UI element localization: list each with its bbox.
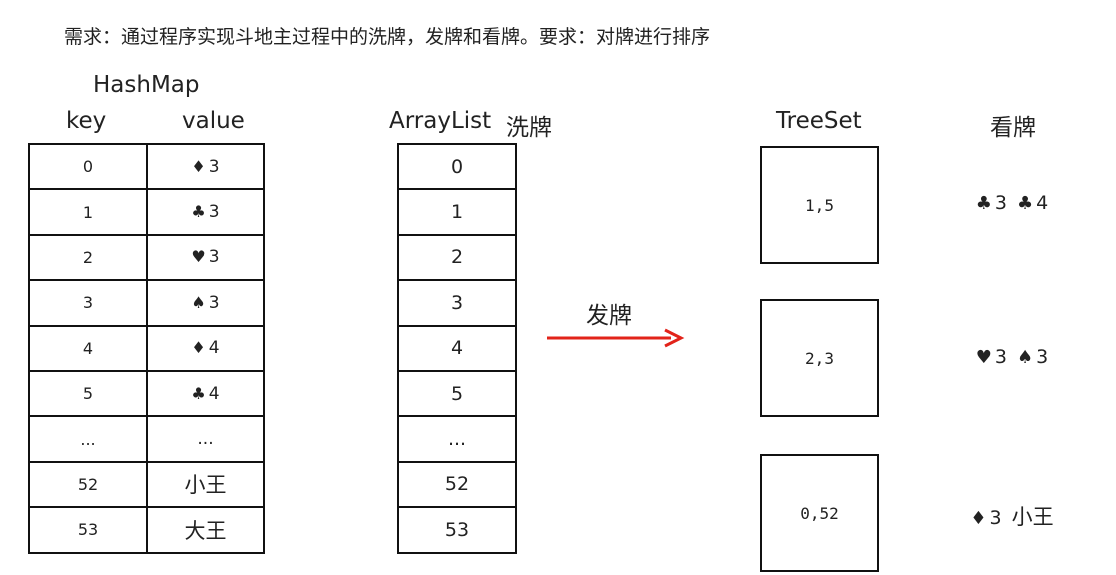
card-value: 3 [994, 192, 1007, 214]
card-suit-icon: ♦ [191, 156, 206, 176]
hand-card: ♥ 3 [976, 346, 1007, 368]
card-value: 3 [208, 202, 220, 223]
arraylist-index-cell: 5 [397, 369, 517, 418]
card-value: 4 [208, 338, 220, 359]
card-suit-icon: ♦ [970, 508, 987, 529]
arraylist-index-cell: 52 [397, 460, 517, 509]
arraylist-index-cell: 4 [397, 324, 517, 372]
hashmap-table: 0 ♦ 3 1 ♣ 3 2 ♥ 3 3 ♠ 3 4 ♦ 4 5 ♣ 4...... 52 小王 53 大王 [28, 142, 265, 554]
treeset-box-2: 2,3 [760, 299, 879, 417]
card-suit-icon: ♣ [975, 193, 992, 214]
arraylist-table: 0 1 2 3 4 5... 52 53 [397, 142, 517, 554]
card-suit-icon: ♥ [191, 247, 206, 267]
arraylist-row: ... [397, 415, 517, 463]
arraylist-row: 0 [397, 142, 517, 191]
arraylist-row: 5 [397, 369, 517, 418]
card-suit-icon: ♣ [191, 202, 206, 222]
card-value: 3 [994, 346, 1007, 368]
hashmap-row: ...... [28, 415, 265, 463]
arraylist-index-cell: 1 [397, 188, 517, 236]
hashmap-value-cell: 大王 [146, 506, 265, 554]
deal-label: 发牌 [586, 303, 632, 329]
arraylist-index-cell: 2 [397, 233, 517, 282]
card-suit-icon: ♣ [1017, 193, 1034, 214]
hashmap-key-cell: 0 [28, 142, 148, 191]
arraylist-row: 53 [397, 506, 517, 554]
hashmap-row: 3 ♠ 3 [28, 279, 265, 327]
hashmap-value-cell: ... [146, 415, 265, 463]
hashmap-value-cell: ♣ 3 [146, 188, 265, 236]
card-value: 大王 [184, 518, 227, 543]
card-value: 3 [208, 292, 220, 313]
arraylist-index-cell: ... [397, 415, 517, 463]
hashmap-value-cell: ♠ 3 [146, 279, 265, 327]
treeset-title: TreeSet [776, 108, 862, 134]
hashmap-key-header: key [66, 108, 107, 134]
hand-card: ♦ 3 [970, 507, 1001, 529]
hand-card: ♣ 4 [1017, 192, 1048, 214]
hashmap-key-cell: 52 [28, 460, 148, 509]
hand-card: ♠ 3 [1017, 346, 1048, 368]
hashmap-row: 4 ♦ 4 [28, 324, 265, 372]
card-value: ... [197, 429, 214, 450]
hand-2: ♥ 3 ♠ 3 [952, 346, 1072, 368]
card-value: 3 [208, 156, 220, 177]
hashmap-row: 5 ♣ 4 [28, 369, 265, 418]
arraylist-row: 52 [397, 460, 517, 509]
card-value: 小王 [1011, 505, 1054, 529]
card-value: 4 [208, 383, 220, 404]
hashmap-title: HashMap [93, 72, 200, 98]
card-suit-icon: ♥ [975, 347, 992, 368]
arraylist-index-cell: 0 [397, 142, 517, 191]
hashmap-value-cell: ♦ 3 [146, 142, 265, 191]
card-value: 4 [1036, 192, 1049, 214]
arraylist-row: 2 [397, 233, 517, 282]
shuffle-label: 洗牌 [506, 115, 552, 141]
arraylist-index-cell: 53 [397, 506, 517, 554]
hashmap-key-cell: 53 [28, 506, 148, 554]
hand-3: ♦ 3 小王 [952, 501, 1072, 531]
hashmap-key-cell: 3 [28, 279, 148, 327]
card-value: 3 [208, 247, 220, 268]
card-suit-icon: ♠ [1017, 347, 1034, 368]
view-title: 看牌 [990, 115, 1036, 141]
hashmap-value-header: value [182, 108, 245, 134]
hashmap-key-cell: 5 [28, 369, 148, 418]
arraylist-title: ArrayList [389, 108, 492, 134]
hashmap-row: 2 ♥ 3 [28, 233, 265, 282]
arraylist-row: 1 [397, 188, 517, 236]
hashmap-row: 1 ♣ 3 [28, 188, 265, 236]
card-suit-icon: ♦ [191, 338, 206, 358]
card-value: 3 [1036, 346, 1049, 368]
arraylist-index-cell: 3 [397, 279, 517, 327]
requirement-text: 需求：通过程序实现斗地主过程中的洗牌，发牌和看牌。要求：对牌进行排序 [64, 26, 711, 48]
hashmap-key-cell: 1 [28, 188, 148, 236]
hand-card: ♣ 3 [976, 192, 1007, 214]
hashmap-row: 0 ♦ 3 [28, 142, 265, 191]
card-suit-icon: ♣ [191, 383, 206, 403]
hashmap-key-cell: 4 [28, 324, 148, 372]
hashmap-value-cell: ♥ 3 [146, 233, 265, 282]
hashmap-value-cell: ♦ 4 [146, 324, 265, 372]
arraylist-row: 4 [397, 324, 517, 372]
hashmap-value-cell: ♣ 4 [146, 369, 265, 418]
hashmap-row: 52 小王 [28, 460, 265, 509]
card-value: 3 [989, 507, 1002, 529]
deal-arrow [547, 328, 685, 348]
card-value: 小王 [184, 473, 227, 498]
hand-card: 小王 [1011, 505, 1054, 529]
treeset-box-1: 1,5 [760, 146, 879, 264]
hashmap-row: 53 大王 [28, 506, 265, 554]
hashmap-key-cell: ... [28, 415, 148, 463]
hashmap-value-cell: 小王 [146, 460, 265, 509]
arraylist-row: 3 [397, 279, 517, 327]
hand-1: ♣ 3 ♣ 4 [952, 192, 1072, 214]
treeset-box-3: 0,52 [760, 454, 879, 572]
card-suit-icon: ♠ [191, 292, 206, 312]
hashmap-key-cell: 2 [28, 233, 148, 282]
